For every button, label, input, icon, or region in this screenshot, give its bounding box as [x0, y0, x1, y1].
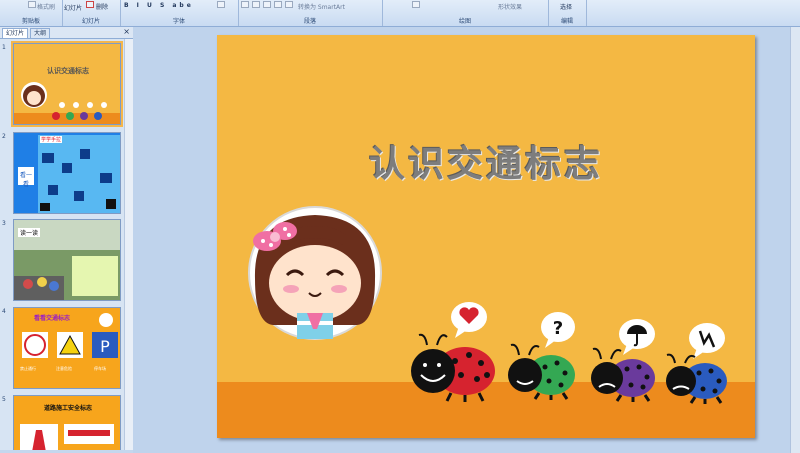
- ladybug-green: [508, 343, 575, 400]
- slide-number: 1: [2, 44, 6, 51]
- thumb-sign-label: 注意危险: [56, 366, 72, 371]
- ribbon-group-label: 编辑: [560, 18, 573, 25]
- girl-portrait: [248, 206, 382, 340]
- slide-thumbnails-pane: 1 认识交通标志 2 看一看 学学手拉 3 读一读 4 看看交通标志 P 禁止通…: [0, 39, 133, 450]
- thumbnail-slide-4[interactable]: 看看交通标志 P 禁止通行 注意危险 停车场: [13, 307, 121, 389]
- align-right-icon[interactable]: [263, 1, 271, 8]
- slide-number: 2: [2, 133, 6, 140]
- font-color-icon[interactable]: [217, 1, 225, 8]
- svg-text:P: P: [100, 337, 110, 356]
- ribbon-group-label: 段落: [303, 18, 316, 25]
- slide-number: 3: [2, 220, 6, 227]
- editor-scrollbar[interactable]: [790, 27, 800, 453]
- justify-icon[interactable]: [274, 1, 282, 8]
- thumb-signs: P: [22, 313, 118, 358]
- columns-icon[interactable]: [285, 1, 293, 8]
- ladybug-purple: [591, 347, 655, 402]
- tab-slides[interactable]: 幻灯片: [2, 28, 29, 38]
- format-painter-icon[interactable]: [28, 1, 36, 8]
- thumb-illustration: [21, 82, 107, 120]
- slide-canvas[interactable]: 认识交通标志 ?: [217, 35, 755, 438]
- thumb-caption: 学学手拉: [40, 136, 63, 143]
- align-center-icon[interactable]: [252, 1, 260, 8]
- select-label[interactable]: 选择: [560, 2, 572, 11]
- ribbon-group-label: 剪贴板: [21, 18, 40, 25]
- shape-effects-label[interactable]: 形状效果: [498, 2, 522, 11]
- ribbon-group-label: 字体: [172, 18, 185, 25]
- thumb-label: 看一看: [19, 172, 32, 188]
- font-format-buttons[interactable]: B I U S abe: [124, 2, 194, 9]
- ribbon-group-label: 幻灯片: [81, 18, 100, 25]
- close-icon[interactable]: ×: [123, 27, 130, 36]
- thumb-barrier: [20, 424, 114, 450]
- thumb-sign-label: 禁止通行: [20, 366, 36, 371]
- panel-tabs: 幻灯片 大纲 ×: [0, 27, 133, 39]
- ribbon-group-drawing: 形状效果 绘图: [382, 0, 549, 26]
- new-slide-label[interactable]: 幻灯片: [64, 3, 82, 12]
- tab-outline[interactable]: 大纲: [30, 28, 51, 38]
- thumbnail-slide-3[interactable]: 读一读: [13, 219, 121, 301]
- thumbnail-scrollbar[interactable]: [124, 39, 133, 450]
- question-mark: ?: [553, 318, 563, 339]
- ribbon-group-font: B I U S abe 字体: [120, 0, 239, 26]
- thumbnail-slide-5[interactable]: 道路施工安全标志: [13, 395, 121, 450]
- thumbnail-slide-1[interactable]: 认识交通标志: [13, 43, 121, 125]
- thumbnail-slide-2[interactable]: 看一看 学学手拉: [13, 132, 121, 214]
- delete-icon[interactable]: [86, 1, 94, 8]
- format-painter-label[interactable]: 格式刷: [37, 2, 55, 11]
- ribbon-group-paragraph: 转换为 SmartArt 段落: [238, 0, 383, 26]
- ribbon-group-label: 绘图: [458, 18, 471, 25]
- ribbon-group-editing: 选择 编辑: [548, 0, 587, 26]
- align-left-icon[interactable]: [241, 1, 249, 8]
- ribbon: 格式刷 剪贴板 幻灯片 删除 幻灯片 B I U S abe 字体 转换为 Sm…: [0, 0, 800, 27]
- ladybug-blue: [666, 353, 727, 404]
- ribbon-group-slides: 幻灯片 删除 幻灯片: [62, 0, 121, 26]
- shape-icon[interactable]: [412, 1, 420, 8]
- thumb-sign-label: 停车场: [94, 366, 106, 371]
- convert-smartart-label[interactable]: 转换为 SmartArt: [298, 2, 345, 11]
- slide-title[interactable]: 认识交通标志: [217, 135, 755, 187]
- thumb-label: 读一读: [18, 228, 41, 237]
- slide-number: 4: [2, 308, 6, 315]
- ribbon-group-clipboard: 格式刷 剪贴板: [0, 0, 63, 26]
- delete-label[interactable]: 删除: [96, 2, 108, 11]
- ladybug-red: [411, 333, 495, 402]
- slide-number: 5: [2, 396, 6, 403]
